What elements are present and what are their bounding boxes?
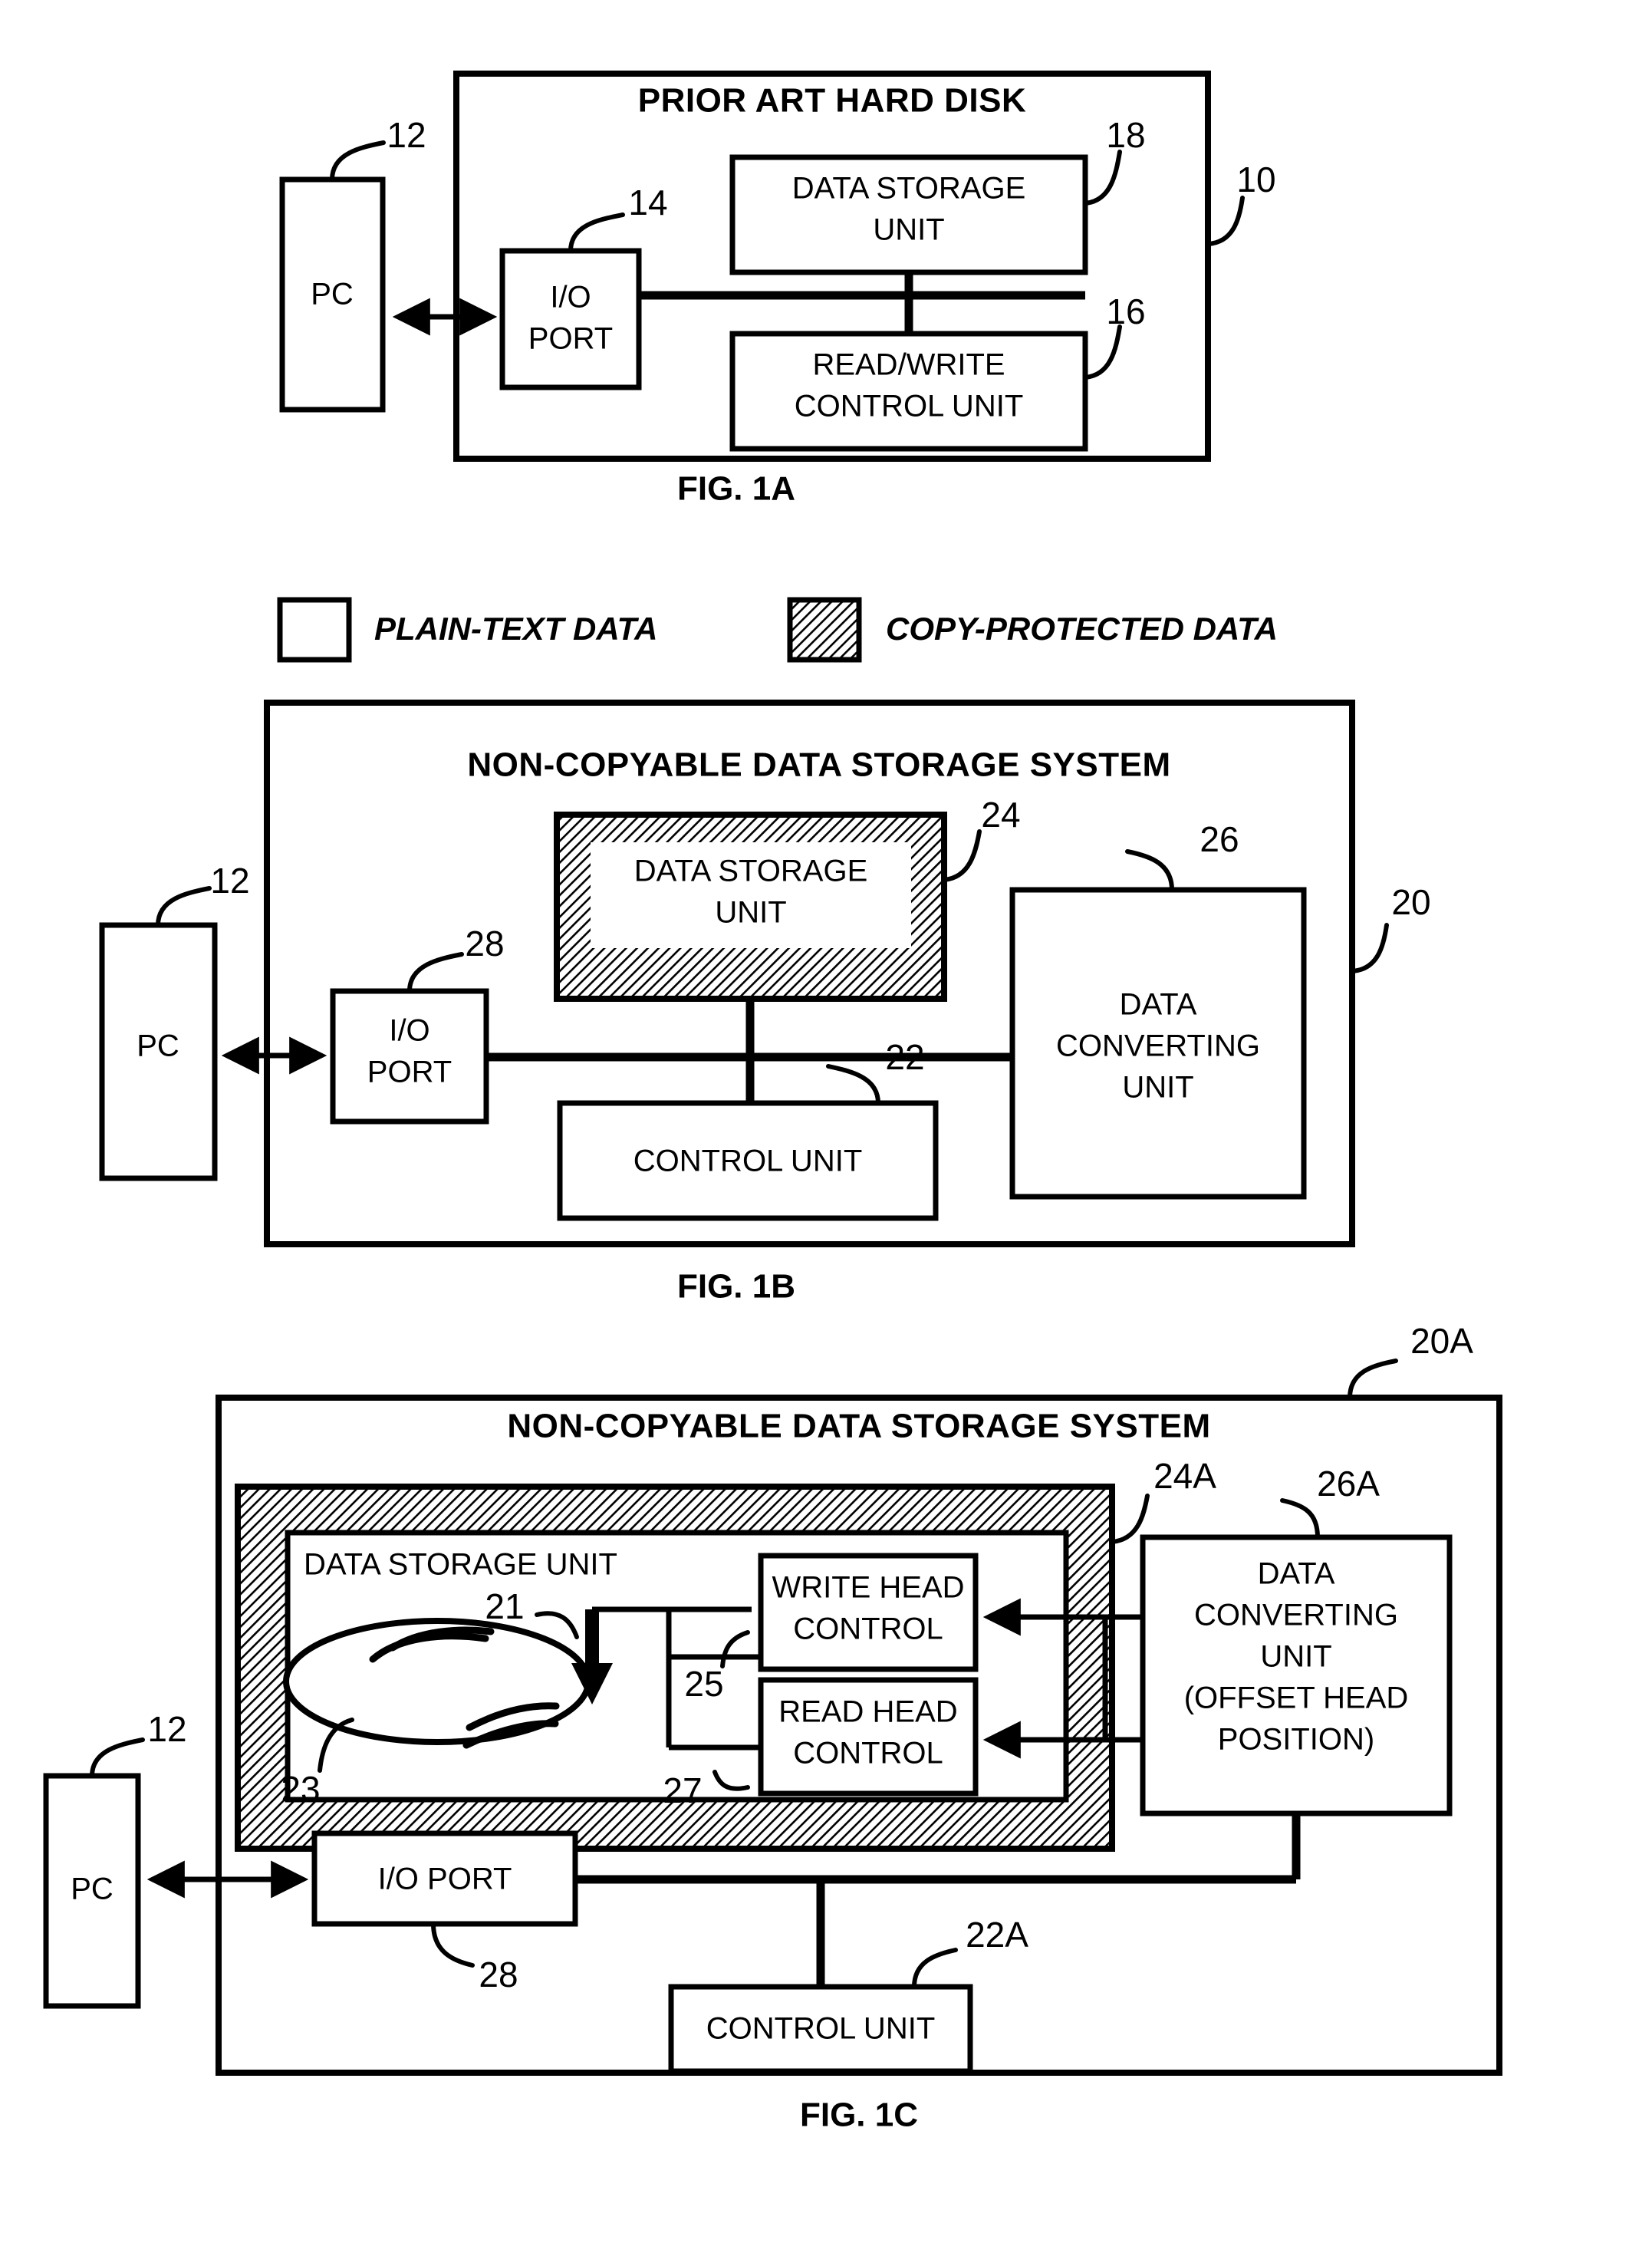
fig1c-ref-26A: 26A [1317, 1464, 1380, 1504]
fig1c-ref-12: 12 [147, 1709, 186, 1749]
fig1b-storage-line1: DATA STORAGE [634, 855, 868, 888]
fig1c-ref-24A: 24A [1153, 1456, 1216, 1496]
fig1b-io-port-line1: I/O [389, 1014, 429, 1048]
fig1c-converting-line4: (OFFSET HEAD [1184, 1681, 1409, 1715]
legend-plain-label: PLAIN-TEXT DATA [374, 611, 657, 647]
fig1b-control-label: CONTROL UNIT [633, 1145, 863, 1178]
fig1b-caption: FIG. 1B [677, 1268, 795, 1306]
fig1c-read-head-line2: CONTROL [793, 1737, 943, 1770]
fig1b-converting-line1: DATA [1120, 988, 1197, 1022]
fig1c-ref-20A: 20A [1410, 1321, 1473, 1361]
fig1c-io-port-label: I/O PORT [378, 1863, 512, 1896]
fig1c-ref-28: 28 [479, 1955, 518, 1994]
fig1a-ref-14: 14 [628, 183, 667, 222]
fig1a-pc-label: PC [311, 278, 354, 311]
legend-protected-label: COPY-PROTECTED DATA [886, 611, 1278, 647]
fig1a-storage-line1: DATA STORAGE [792, 172, 1026, 206]
fig1b-title: NON-COPYABLE DATA STORAGE SYSTEM [467, 746, 1170, 784]
fig1a-rw-line1: READ/WRITE [812, 348, 1005, 382]
fig1a-io-port-line1: I/O [550, 281, 591, 315]
fig1c-ref-21: 21 [485, 1586, 524, 1626]
fig1a-ref-16: 16 [1106, 291, 1145, 331]
fig1c-converting-line5: POSITION) [1218, 1723, 1374, 1757]
fig1c-title: NON-COPYABLE DATA STORAGE SYSTEM [507, 1408, 1210, 1445]
fig1c-ref-22A: 22A [966, 1915, 1028, 1955]
fig1b-ref-20: 20 [1391, 882, 1430, 922]
fig1b-io-port-line2: PORT [367, 1056, 452, 1089]
fig1b-converting-line3: UNIT [1122, 1071, 1193, 1105]
fig1c-control-label: CONTROL UNIT [706, 2012, 936, 2046]
fig1c-ref-25: 25 [684, 1664, 723, 1704]
fig1a-ref-10: 10 [1236, 160, 1275, 199]
fig1b-storage-line2: UNIT [715, 896, 786, 930]
fig1a-io-port-line2: PORT [528, 322, 613, 356]
fig1b-converting-line2: CONVERTING [1056, 1029, 1260, 1063]
fig1c-caption: FIG. 1C [800, 2096, 918, 2134]
figure-canvas: PRIOR ART HARD DISK PC 12 I/O PORT 14 DA… [0, 0, 1652, 2243]
fig1a-rw-line2: CONTROL UNIT [795, 390, 1024, 423]
fig1c-converting-line2: CONVERTING [1194, 1599, 1398, 1632]
fig1a-ref-18: 18 [1106, 115, 1145, 155]
fig1b-ref-24: 24 [981, 795, 1020, 835]
fig1b-ref-12: 12 [210, 861, 249, 901]
fig1a-title: PRIOR ART HARD DISK [638, 82, 1027, 120]
fig1c-write-head-line1: WRITE HEAD [772, 1571, 964, 1605]
fig1c-write-head-line2: CONTROL [793, 1612, 943, 1646]
fig1b-ref-28: 28 [465, 924, 504, 963]
fig1c-pc-label: PC [71, 1872, 114, 1906]
fig1c-ref-23: 23 [281, 1769, 320, 1809]
fig1a-caption: FIG. 1A [677, 470, 795, 508]
fig1a-io-port-box [499, 248, 642, 390]
fig1c-ref-27: 27 [663, 1770, 702, 1810]
patent-figure-sheet: PRIOR ART HARD DISK PC 12 I/O PORT 14 DA… [0, 0, 1652, 2243]
fig1a-ref-12: 12 [387, 115, 426, 155]
fig1b-pc-label: PC [137, 1029, 179, 1063]
legend-protected-swatch [787, 597, 862, 663]
fig1c-read-head-line1: READ HEAD [778, 1695, 957, 1729]
fig1a-storage-line2: UNIT [873, 213, 944, 247]
fig1c-converting-line1: DATA [1258, 1557, 1335, 1591]
fig1c-storage-label: DATA STORAGE UNIT [304, 1548, 617, 1582]
fig1b-ref-26: 26 [1200, 819, 1239, 859]
fig1c-converting-line3: UNIT [1260, 1640, 1331, 1674]
legend-plain-swatch [277, 597, 352, 663]
